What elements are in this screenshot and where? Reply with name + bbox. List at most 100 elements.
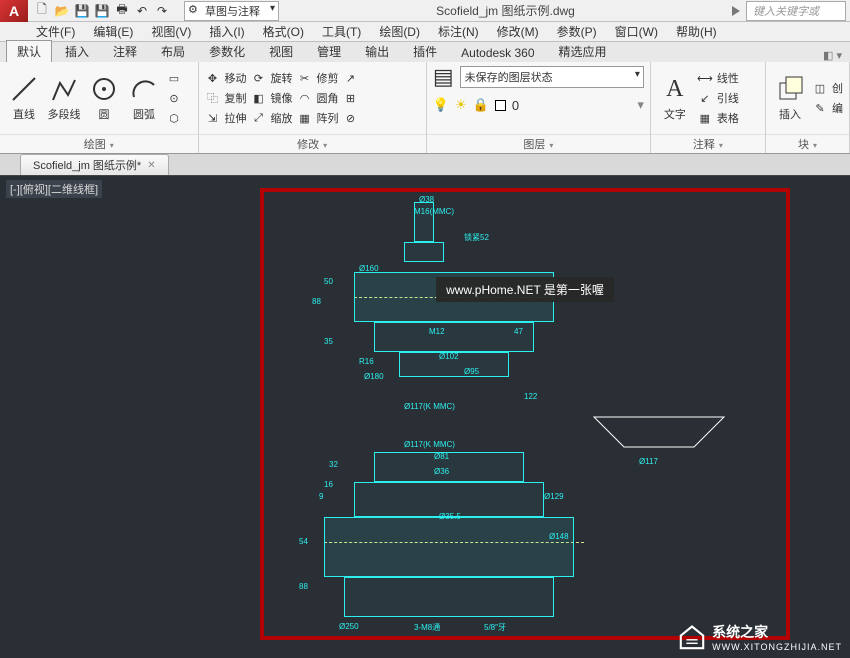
move-button[interactable]: ✥移动 <box>205 70 247 86</box>
panel-annotate: A 文字 ⟷线性 ↙引线 ▦表格 注释 <box>651 62 766 153</box>
table-icon: ▦ <box>697 110 713 126</box>
draw-misc3[interactable]: ⬡ <box>166 110 182 126</box>
workspace-dropdown[interactable]: 草图与注释 <box>184 1 279 21</box>
play-icon[interactable] <box>732 6 740 16</box>
rotate-icon: ⟳ <box>251 70 267 86</box>
tab-parametric[interactable]: 参数化 <box>198 40 256 62</box>
quick-access-toolbar: 🗋 📂 💾 💾 🖶 ↶ ↷ <box>28 3 176 19</box>
lock-icon[interactable]: 🔒 <box>473 97 489 113</box>
print-icon[interactable]: 🖶 <box>114 3 130 19</box>
menu-param[interactable]: 参数(P) <box>557 23 597 40</box>
line-button[interactable]: 直线 <box>6 74 42 122</box>
tab-view[interactable]: 视图 <box>258 40 304 62</box>
tab-default[interactable]: 默认 <box>6 40 52 62</box>
ribbon-tools-icon[interactable]: ◧ ▾ <box>815 49 850 62</box>
menu-modify[interactable]: 修改(M) <box>497 23 539 40</box>
text-button[interactable]: A 文字 <box>657 74 693 122</box>
undo-icon[interactable]: ↶ <box>134 3 150 19</box>
tab-manage[interactable]: 管理 <box>306 40 352 62</box>
layer-state-dropdown[interactable]: 未保存的图层状态 <box>460 66 644 88</box>
panel-layer: ▤ 未保存的图层状态 💡 ☀ 🔒 0 ▾ 图层 <box>427 62 651 153</box>
rotate-button[interactable]: ⟳旋转 <box>251 70 293 86</box>
dim-bot-4: 16 <box>324 480 333 489</box>
trim-icon: ✂ <box>297 70 313 86</box>
stretch-button[interactable]: ⇲拉伸 <box>205 110 247 126</box>
new-icon[interactable]: 🗋 <box>34 3 50 19</box>
trim-button[interactable]: ✂修剪 <box>297 70 339 86</box>
tab-output[interactable]: 输出 <box>354 40 400 62</box>
edit-block-button[interactable]: ✎编 <box>812 100 843 116</box>
close-icon[interactable]: ✕ <box>147 160 155 171</box>
array-icon: ▦ <box>297 110 313 126</box>
panel-annot-title[interactable]: 注释 <box>651 134 765 153</box>
rotate-label: 旋转 <box>271 70 293 86</box>
draw-misc1[interactable]: ▭ <box>166 70 182 86</box>
brand-url: WWW.XITONGZHIJIA.NET <box>712 642 842 652</box>
save-icon[interactable]: 💾 <box>74 3 90 19</box>
polyline-button[interactable]: 多段线 <box>46 74 82 122</box>
menu-edit[interactable]: 编辑(E) <box>93 23 133 40</box>
scale-button[interactable]: ⤢缩放 <box>251 110 293 126</box>
tab-annotate[interactable]: 注释 <box>102 40 148 62</box>
saveas-icon[interactable]: 💾 <box>94 3 110 19</box>
menu-view[interactable]: 视图(V) <box>151 23 191 40</box>
table-button[interactable]: ▦表格 <box>697 110 739 126</box>
menu-format[interactable]: 格式(O) <box>263 23 304 40</box>
layer-color-swatch[interactable] <box>495 100 506 111</box>
dim-top-13: Ø117(K MMC) <box>404 402 455 411</box>
arc-button[interactable]: 圆弧 <box>126 74 162 122</box>
leader-label: 引线 <box>717 90 739 106</box>
dim-top-6: 35 <box>324 337 333 346</box>
table-label: 表格 <box>717 110 739 126</box>
fillet-button[interactable]: ◠圆角 <box>297 90 339 106</box>
tab-plugins[interactable]: 插件 <box>402 40 448 62</box>
drawing-canvas[interactable]: [-][俯视][二维线框] Ø38 M16(MMC) 锁紧52 Ø160 50 … <box>0 176 850 658</box>
menu-dimension[interactable]: 标注(N) <box>438 23 479 40</box>
tab-layout[interactable]: 布局 <box>150 40 196 62</box>
redo-icon[interactable]: ↷ <box>154 3 170 19</box>
doc-tab[interactable]: Scofield_jm 图纸示例* ✕ <box>20 154 169 175</box>
dim-top-4: 50 <box>324 277 333 286</box>
tab-a360[interactable]: Autodesk 360 <box>450 43 545 62</box>
leader-button[interactable]: ↙引线 <box>697 90 739 106</box>
open-icon[interactable]: 📂 <box>54 3 70 19</box>
modify-ext3[interactable]: ⊘ <box>343 110 359 126</box>
modify-ext1[interactable]: ↗ <box>343 70 359 86</box>
panel-draw-title[interactable]: 绘图 <box>0 134 198 153</box>
circle-button[interactable]: 圆 <box>86 74 122 122</box>
panel-modify-title[interactable]: 修改 <box>199 134 426 153</box>
layer-properties-icon[interactable]: ▤ <box>433 64 454 90</box>
app-icon[interactable]: A <box>0 0 28 22</box>
text-label: 文字 <box>664 106 686 122</box>
arc-label: 圆弧 <box>133 106 155 122</box>
menu-help[interactable]: 帮助(H) <box>676 23 717 40</box>
panel-layer-title[interactable]: 图层 <box>427 134 650 153</box>
create-block-button[interactable]: ◫创 <box>812 80 843 96</box>
menu-file[interactable]: 文件(F) <box>36 23 75 40</box>
tab-insert[interactable]: 插入 <box>54 40 100 62</box>
arc-icon <box>129 74 159 104</box>
menu-tools[interactable]: 工具(T) <box>322 23 361 40</box>
menu-draw[interactable]: 绘图(D) <box>379 23 420 40</box>
stretch-icon: ⇲ <box>205 110 221 126</box>
sun-icon[interactable]: ☀ <box>455 97 467 113</box>
array-button[interactable]: ▦阵列 <box>297 110 339 126</box>
menu-window[interactable]: 窗口(W) <box>615 23 658 40</box>
insert-block-button[interactable]: 插入 <box>772 74 808 122</box>
modify-ext2[interactable]: ⊞ <box>343 90 359 106</box>
panel-block-title[interactable]: 块 <box>766 134 849 153</box>
move-icon: ✥ <box>205 70 221 86</box>
bulb-icon[interactable]: 💡 <box>433 97 449 113</box>
dim-top-0: Ø38 <box>419 195 434 204</box>
insert-icon <box>775 74 805 104</box>
draw-misc2[interactable]: ⊙ <box>166 90 182 106</box>
tab-featured[interactable]: 精选应用 <box>548 40 618 62</box>
mirror-button[interactable]: ◧镜像 <box>251 90 293 106</box>
viewport-label[interactable]: [-][俯视][二维线框] <box>6 180 102 198</box>
copy-button[interactable]: ⿻复制 <box>205 90 247 106</box>
fillet-icon: ◠ <box>297 90 313 106</box>
linear-button[interactable]: ⟷线性 <box>697 70 739 86</box>
search-input[interactable]: 键入关键字或 <box>746 1 846 21</box>
mirror-label: 镜像 <box>271 90 293 106</box>
menu-insert[interactable]: 插入(I) <box>209 23 244 40</box>
